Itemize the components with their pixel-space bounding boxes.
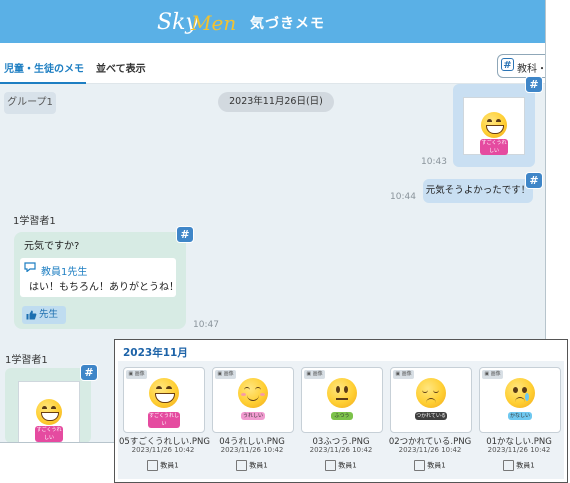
file-datetime: 2023/11/26 10:42 [398, 446, 462, 454]
file-datetime: 2023/11/26 10:42 [309, 446, 373, 454]
subject-filter-label: 教科・タ [517, 64, 546, 75]
message-time: 10:47 [193, 320, 219, 330]
app-title: 気づきメモ [250, 16, 325, 32]
tab-side-by-side[interactable]: 並べて表示 [96, 60, 146, 75]
thumbs-up-icon [26, 310, 37, 320]
tired-emoji-icon [416, 378, 446, 408]
like-label: 先生 [39, 309, 59, 320]
like-button[interactable]: 先生 [22, 306, 66, 324]
hash-icon: # [501, 58, 514, 71]
hash-tag-icon[interactable]: # [80, 364, 98, 381]
subject-filter-button[interactable]: # 教科・タ [497, 54, 546, 78]
gallery-card[interactable]: ▣ 画像 ふつう [301, 367, 383, 433]
image-badge: ▣ 画像 [126, 370, 147, 379]
file-owner: 教員1 [475, 460, 563, 471]
tab-student-memo[interactable]: 児童・生徒のメモ [4, 60, 84, 75]
svg-text:Menu: Menu [190, 11, 235, 35]
gallery-card[interactable]: ▣ 画像 うれしい [212, 367, 294, 433]
sad-emoji-icon [505, 378, 535, 408]
emotion-tag: すごくうれしい [480, 139, 508, 155]
file-owner: 教員1 [208, 460, 296, 471]
owner-icon [236, 460, 248, 471]
emotion-tag: うれしい [241, 412, 265, 420]
date-separator: 2023年11月26日(日) [218, 92, 334, 112]
file-owner: 教員1 [386, 460, 474, 471]
emotion-tag: すごくうれしい [35, 426, 63, 442]
owner-icon [414, 460, 426, 471]
very-happy-emoji-icon [149, 378, 179, 408]
gallery-card[interactable]: ▣ 画像 つかれている [390, 367, 472, 433]
active-tab-indicator [0, 82, 86, 84]
app-header: Sky Menu 気づきメモ [0, 0, 545, 43]
image-badge: ▣ 画像 [304, 370, 325, 379]
image-badge: ▣ 画像 [215, 370, 236, 379]
gallery-card[interactable]: ▣ 画像 すごくうれしい [123, 367, 205, 433]
message-text: 元気ですか? [24, 241, 80, 252]
emotion-tag: ふつう [331, 412, 353, 420]
hash-tag-icon[interactable]: # [176, 226, 194, 243]
image-gallery-panel: 2023年11月 ▣ 画像 すごくうれしい 05すごくうれしい.PNG 2023… [114, 339, 568, 483]
group-label: グループ1 [4, 92, 56, 114]
emotion-tag: すごくうれしい [148, 412, 180, 428]
image-thumbnail[interactable]: すごくうれしい [18, 381, 80, 442]
reply-text: はい！もちろん！ありがとうね！ [29, 282, 179, 293]
very-happy-emoji-icon [36, 399, 62, 425]
gallery-month-title: 2023年11月 [123, 347, 188, 359]
reply-author: 教員1先生 [41, 267, 88, 278]
very-happy-emoji-icon [481, 112, 507, 138]
happy-emoji-icon [238, 378, 268, 408]
file-datetime: 2023/11/26 10:42 [131, 446, 195, 454]
image-badge: ▣ 画像 [482, 370, 503, 379]
emotion-tag: かなしい [508, 412, 532, 420]
neutral-emoji-icon [327, 378, 357, 408]
message-time: 10:44 [390, 192, 416, 202]
text-message-bubble[interactable]: 元気そうよかったです！ [423, 179, 533, 203]
image-badge: ▣ 画像 [393, 370, 414, 379]
emotion-tag: つかれている [415, 412, 447, 420]
file-datetime: 2023/11/26 10:42 [220, 446, 284, 454]
message-time: 10:43 [421, 157, 447, 167]
sender-name: 1学習者1 [5, 355, 48, 366]
gallery-card[interactable]: ▣ 画像 かなしい [479, 367, 561, 433]
sender-name: 1学習者1 [13, 216, 56, 227]
file-owner: 教員1 [119, 460, 207, 471]
hash-tag-icon[interactable]: # [525, 76, 543, 93]
image-thumbnail[interactable]: すごくうれしい [463, 97, 525, 155]
owner-icon [503, 460, 515, 471]
file-datetime: 2023/11/26 10:42 [487, 446, 551, 454]
tab-bar: 児童・生徒のメモ 並べて表示 [0, 43, 545, 84]
file-owner: 教員1 [297, 460, 385, 471]
owner-icon [147, 460, 159, 471]
hash-tag-icon[interactable]: # [525, 172, 543, 189]
owner-icon [325, 460, 337, 471]
skymenu-logo: Sky Menu [157, 10, 235, 35]
reply-icon [24, 262, 36, 272]
